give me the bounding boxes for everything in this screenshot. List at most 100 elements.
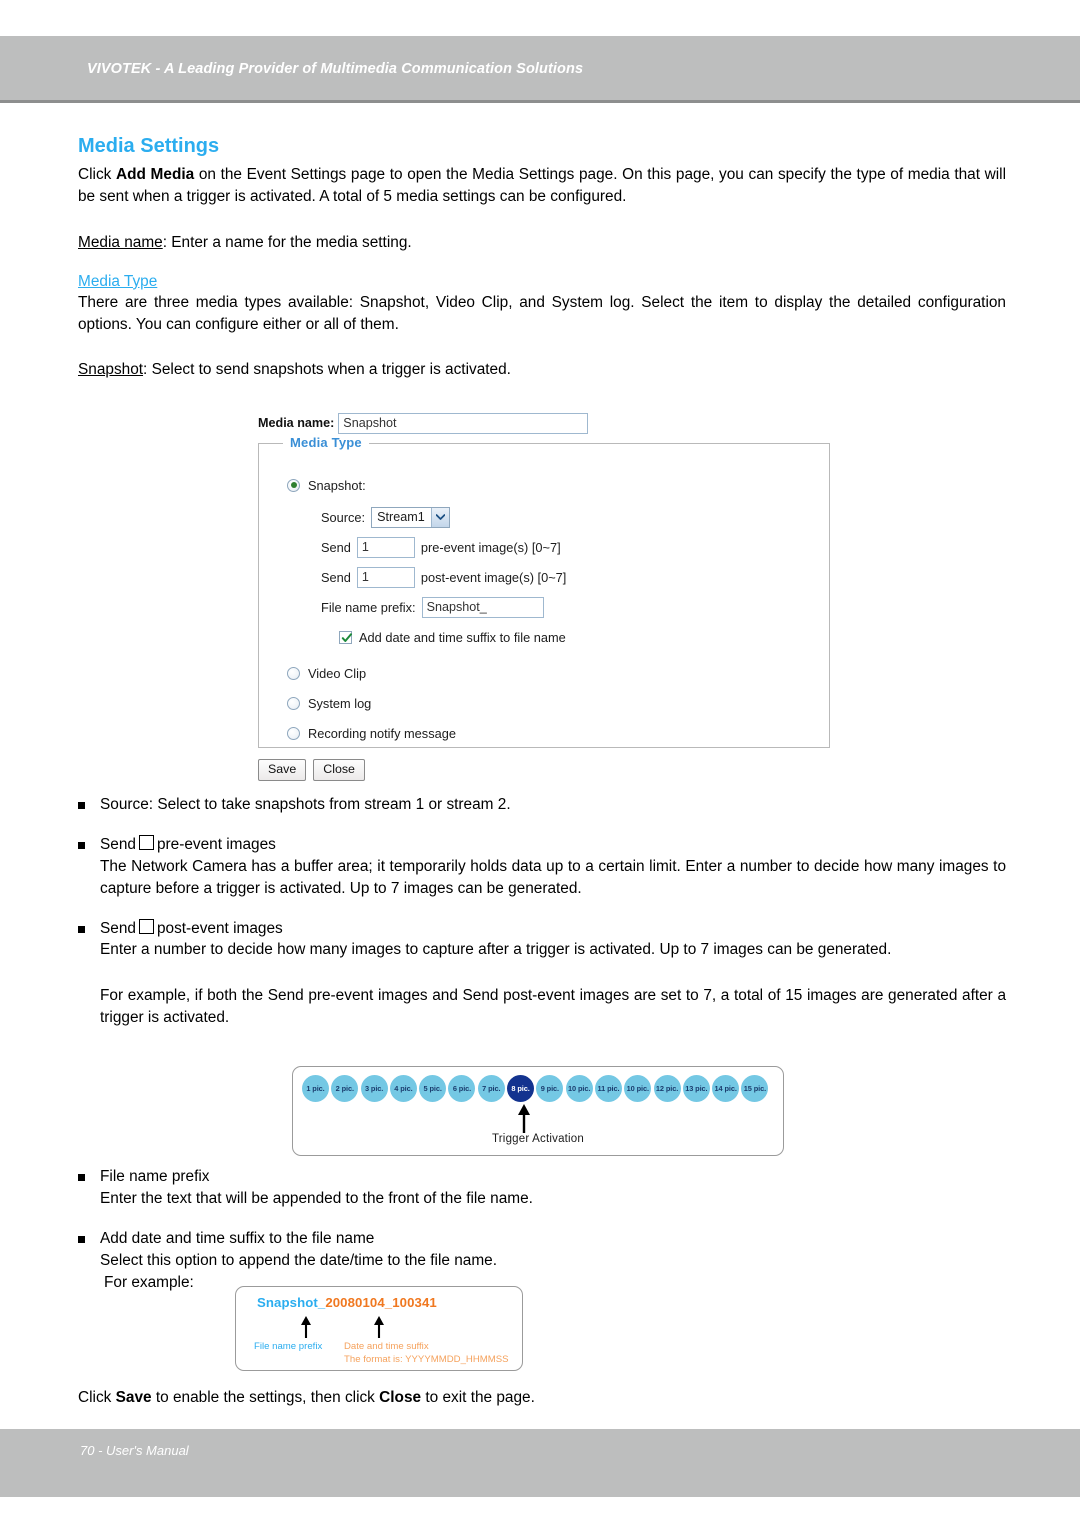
file-name-prefix-label: File name prefix:	[321, 599, 416, 615]
example-paragraph: For example, if both the Send pre-event …	[100, 987, 1006, 1027]
bullet-send-pre-label-b: pre-event images	[156, 835, 276, 853]
bullet-send-post-label-b: post-event images	[156, 919, 283, 937]
snapshot-radio-row[interactable]: Snapshot:	[287, 470, 829, 500]
video-clip-radio-button[interactable]	[287, 666, 300, 680]
video-clip-radio-row[interactable]: Video Clip	[287, 658, 829, 688]
closing-paragraph: Click Save to enable the settings, then …	[78, 1387, 1006, 1409]
bullet-send-pre-label-a: Send	[100, 835, 136, 853]
page-title: Media Settings	[78, 135, 220, 157]
header-divider-rule	[0, 100, 1080, 103]
bullet-source: Source: Select to take snapshots from st…	[78, 794, 1006, 816]
trigger-arrow-icon	[518, 1104, 530, 1133]
media-name-term: Media name	[78, 233, 163, 251]
picture-circle: 13 pic.	[682, 1075, 710, 1102]
media-name-input[interactable]	[338, 412, 589, 434]
picture-circle-trigger: 8 pic.	[507, 1075, 535, 1102]
picture-circle: 6 pic.	[448, 1075, 476, 1102]
video-clip-radio-label: Video Clip	[308, 665, 367, 681]
media-type-subheading-link[interactable]: Media Type	[78, 272, 157, 292]
source-select-value: Stream1	[377, 510, 425, 524]
bullet-square-icon	[78, 1174, 85, 1181]
bullet-square-icon	[78, 1235, 85, 1243]
caption-date-time-suffix: Date and time suffix The format is: YYYY…	[344, 1341, 509, 1367]
media-settings-form-screenshot: Media name: Media Type Snapshot: Source:…	[258, 412, 848, 781]
file-name-prefix-input[interactable]	[421, 596, 544, 618]
pre-event-count-input[interactable]	[356, 536, 415, 558]
system-log-radio-label: System log	[308, 695, 372, 711]
picture-circle-row: 1 pic. 2 pic. 3 pic. 4 pic. 5 pic. 6 pic…	[293, 1067, 783, 1102]
page-footer-text: 70 - User's Manual	[80, 1443, 189, 1458]
system-log-radio-row[interactable]: System log	[287, 688, 829, 718]
recording-notify-radio-row[interactable]: Recording notify message	[287, 718, 829, 748]
bullet-send-post-body: Enter a number to decide how many images…	[100, 941, 892, 959]
inline-input-placeholder-box	[138, 918, 154, 934]
intro-text-pre: Click	[78, 166, 116, 183]
bullet-date-time-suffix: Add date and time suffix to the file nam…	[78, 1228, 1006, 1250]
example-filename-suffix: 20080104_100341	[325, 1295, 437, 1310]
close-button[interactable]: Close	[313, 759, 365, 781]
date-time-suffix-checkbox[interactable]	[339, 630, 352, 644]
media-type-fieldset: Media Type Snapshot: Source: Stream1 Sen…	[258, 435, 830, 748]
save-button[interactable]: Save	[258, 759, 307, 781]
closing-paragraph-wrap: Click Save to enable the settings, then …	[78, 1387, 1006, 1409]
media-name-row: Media name:	[258, 412, 848, 434]
picture-circle: 10 pic.	[565, 1075, 593, 1102]
picture-circle: 2 pic.	[331, 1075, 359, 1102]
bullet-source-text: Source: Select to take snapshots from st…	[100, 796, 511, 813]
picture-sequence-diagram: 1 pic. 2 pic. 3 pic. 4 pic. 5 pic. 6 pic…	[292, 1066, 784, 1156]
suffix-arrow-icon	[374, 1316, 384, 1338]
media-name-field-label: Media name:	[258, 416, 335, 430]
bullet-section-lower: File name prefix Enter the text that wil…	[78, 1166, 1006, 1293]
bullet-send-pre-body: The Network Camera has a buffer area; it…	[100, 857, 1006, 897]
bullet-square-icon	[78, 841, 85, 849]
snapshot-radio-button[interactable]	[287, 478, 300, 492]
intro-paragraph: Click Add Media on the Event Settings pa…	[78, 164, 1006, 208]
pre-event-row: Send pre-event image(s) [0~7]	[321, 532, 829, 562]
example-filename-prefix: Snapshot_	[257, 1295, 326, 1310]
for-example-label: For example:	[104, 1273, 194, 1291]
closing-pre: Click	[78, 1389, 116, 1406]
post-event-units-label: post-event image(s) [0~7]	[420, 569, 567, 585]
intro-text-post: on the Event Settings page to open the M…	[78, 166, 1007, 205]
bullet-send-post-label-a: Send	[100, 919, 136, 937]
snapshot-radio-label: Snapshot:	[308, 477, 366, 493]
picture-circle: 1 pic.	[302, 1075, 329, 1102]
date-time-suffix-row[interactable]: Add date and time suffix to file name	[321, 622, 829, 652]
post-event-count-input[interactable]	[356, 566, 415, 588]
example-filename: Snapshot_20080104_100341	[257, 1295, 437, 1310]
bullet-file-name-prefix-body: Enter the text that will be appended to …	[100, 1189, 533, 1207]
snapshot-description: : Select to send snapshots when a trigge…	[143, 361, 511, 379]
picture-circle: 3 pic.	[360, 1075, 388, 1102]
caption-date-time-suffix-line2: The format is: YYYYMMDD_HHMMSS	[344, 1353, 509, 1365]
snapshot-definition: Snapshot: Select to send snapshots when …	[78, 359, 1006, 381]
add-media-emphasis: Add Media	[116, 166, 195, 183]
caption-file-name-prefix: File name prefix	[254, 1341, 323, 1352]
source-label: Source:	[321, 509, 366, 525]
bullet-send-pre-event: Send pre-event images	[78, 834, 1006, 856]
picture-circle: 9 pic.	[536, 1075, 564, 1102]
page-content: Media Settings Click Add Media on the Ev…	[78, 134, 1006, 381]
trigger-activation-label: Trigger Activation	[491, 1133, 585, 1145]
chevron-down-icon[interactable]	[430, 507, 449, 527]
picture-circle: 12 pic.	[653, 1075, 681, 1102]
source-select[interactable]: Stream1	[371, 506, 450, 528]
recording-notify-radio-label: Recording notify message	[308, 725, 456, 741]
source-row: Source: Stream1	[321, 502, 829, 532]
recording-notify-radio-button[interactable]	[287, 726, 300, 740]
media-type-legend: Media Type	[283, 435, 369, 450]
date-time-suffix-label: Add date and time suffix to file name	[359, 629, 566, 645]
snapshot-term: Snapshot	[78, 361, 144, 379]
bullet-square-icon	[78, 802, 85, 809]
media-name-description: : Enter a name for the media setting.	[162, 233, 412, 251]
picture-circle: 14 pic.	[712, 1075, 740, 1102]
pre-event-units-label: pre-event image(s) [0~7]	[420, 539, 561, 555]
filename-example-diagram: Snapshot_20080104_100341 File name prefi…	[235, 1286, 523, 1371]
closing-save-emphasis: Save	[115, 1389, 152, 1406]
bullet-square-icon	[78, 925, 85, 933]
picture-circle: 11 pic.	[594, 1075, 622, 1102]
media-name-definition: Media name: Enter a name for the media s…	[78, 232, 1006, 254]
bullet-section-upper: Source: Select to take snapshots from st…	[78, 794, 1006, 1029]
snapshot-options-group: Source: Stream1 Send pre-event image(s) …	[287, 502, 829, 652]
picture-circle: 10 pic.	[624, 1075, 652, 1102]
system-log-radio-button[interactable]	[287, 696, 300, 710]
